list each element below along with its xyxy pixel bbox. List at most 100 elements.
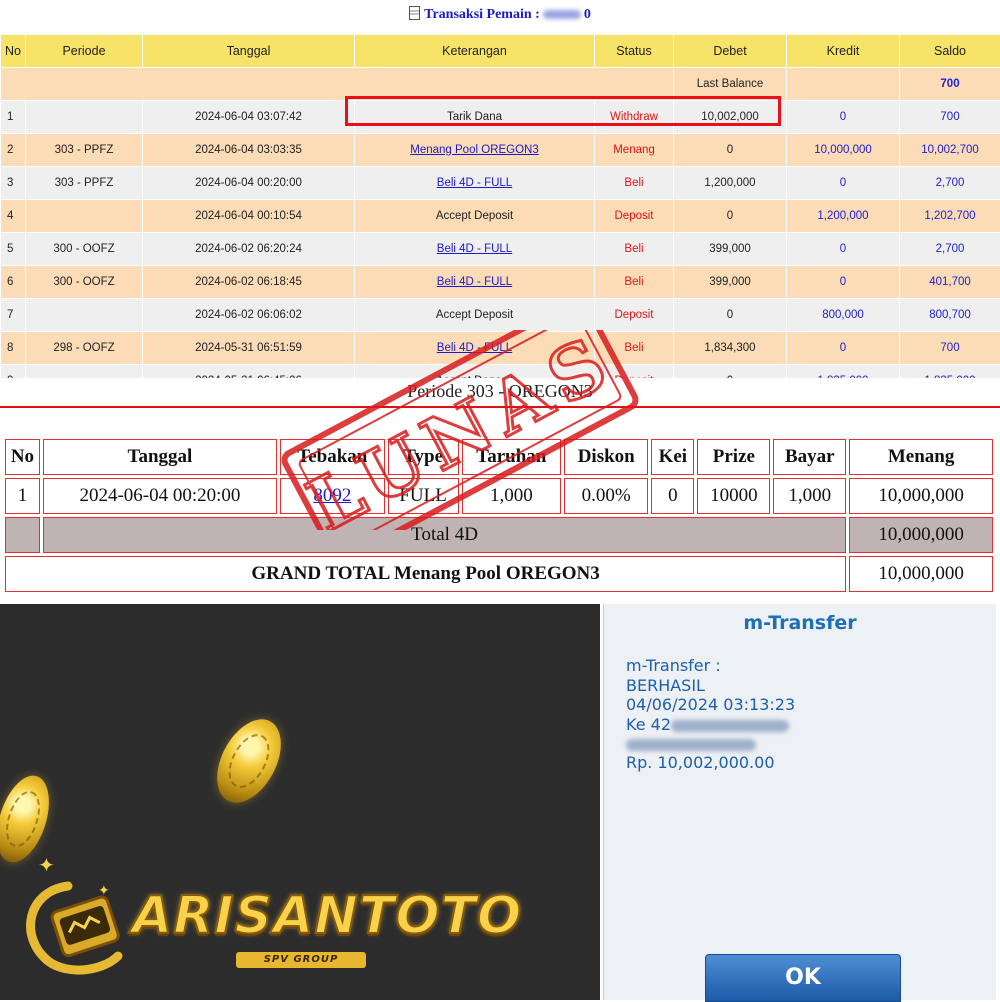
win-col-header: Diskon	[564, 439, 648, 475]
col-header: Status	[595, 35, 674, 68]
row-keterangan-link[interactable]: Beli 4D - FULL	[437, 243, 512, 255]
blurred-recipient-name	[626, 739, 756, 751]
row-keterangan-link[interactable]: Beli 4D - FULL	[437, 342, 512, 354]
row-periode: 300 - OOFZ	[26, 233, 143, 266]
row-debet: 1,834,300	[674, 332, 787, 365]
row-periode	[26, 299, 143, 332]
m-transfer-recipient	[626, 734, 756, 754]
row-kredit: 0	[787, 101, 900, 134]
win-prize: 10000	[697, 478, 770, 514]
row-no: 5	[1, 233, 26, 266]
win-col-header: Prize	[697, 439, 770, 475]
m-transfer-title: m-Transfer	[604, 612, 996, 634]
row-debet: 399,000	[674, 233, 787, 266]
transaction-row: 12024-06-04 03:07:42Tarik DanaWithdraw10…	[1, 101, 1000, 134]
last-balance-value: 700	[900, 68, 1000, 101]
transaction-history-panel: Transaksi Pemain :0 No Periode Tanggal K…	[0, 0, 1000, 378]
transaction-row: 5300 - OOFZ2024-06-02 06:20:24Beli 4D - …	[1, 233, 1000, 266]
row-saldo: 800,700	[900, 299, 1000, 332]
m-transfer-datetime: 04/06/2024 03:13:23	[626, 695, 795, 715]
row-keterangan: Accept Deposit	[355, 299, 595, 332]
winning-table: No Tanggal Tebakan Type Taruhan Diskon K…	[2, 436, 996, 595]
row-saldo: 1,202,700	[900, 200, 1000, 233]
m-transfer-dialog: m-Transfer m-Transfer : BERHASIL 04/06/2…	[603, 604, 1000, 1000]
transaction-row: 8298 - OOFZ2024-05-31 06:51:59Beli 4D - …	[1, 332, 1000, 365]
total-value: 10,000,000	[849, 517, 993, 553]
row-status: Beli	[595, 233, 674, 266]
row-keterangan-link[interactable]: Beli 4D - FULL	[437, 276, 512, 288]
winning-header-row: No Tanggal Tebakan Type Taruhan Diskon K…	[5, 439, 993, 475]
total-row: Total 4D 10,000,000	[5, 517, 993, 553]
row-periode	[26, 200, 143, 233]
row-no: 7	[1, 299, 26, 332]
row-saldo: 700	[900, 101, 1000, 134]
m-transfer-line1: m-Transfer :	[626, 656, 721, 676]
transaction-row: 3303 - PPFZ2024-06-04 00:20:00Beli 4D - …	[1, 167, 1000, 200]
win-no: 1	[5, 478, 40, 514]
emblem-cup-icon	[51, 895, 120, 957]
m-transfer-status: BERHASIL	[626, 676, 705, 696]
col-header: Tanggal	[143, 35, 355, 68]
transaction-row: 42024-06-04 00:10:54Accept DepositDeposi…	[1, 200, 1000, 233]
win-taruhan: 1,000	[462, 478, 562, 514]
row-debet: 1,200,000	[674, 167, 787, 200]
transaction-title-bar: Transaksi Pemain :0	[0, 0, 1000, 32]
transaction-row: 2303 - PPFZ2024-06-04 03:03:35Menang Poo…	[1, 134, 1000, 167]
brand-name: ARISANTOTO	[132, 886, 522, 946]
gold-coin-icon	[0, 769, 59, 869]
row-periode: 303 - PPFZ	[26, 134, 143, 167]
col-header: No	[1, 35, 26, 68]
destination-prefix: Ke	[626, 715, 646, 734]
row-saldo: 2,700	[900, 167, 1000, 200]
winning-row: 1 2024-06-04 00:20:00 8092 FULL 1,000 0.…	[5, 478, 993, 514]
win-kei: 0	[651, 478, 694, 514]
row-status: Menang	[595, 134, 674, 167]
row-tanggal: 2024-06-04 03:07:42	[143, 101, 355, 134]
row-periode: 300 - OOFZ	[26, 266, 143, 299]
transaction-title: Transaksi Pemain :	[424, 7, 540, 22]
row-kredit: 0	[787, 266, 900, 299]
periode-title: Periode 303 - OREGON3	[0, 378, 1000, 404]
m-transfer-destination: Ke 42	[626, 715, 789, 735]
row-periode: 298 - OOFZ	[26, 332, 143, 365]
win-col-header: Tanggal	[43, 439, 277, 475]
win-bayar: 1,000	[773, 478, 846, 514]
row-no: 1	[1, 101, 26, 134]
ok-button[interactable]: OK	[705, 954, 901, 1002]
grand-total-value: 10,000,000	[849, 556, 993, 592]
row-debet: 0	[674, 200, 787, 233]
win-col-header: Bayar	[773, 439, 846, 475]
row-keterangan-link[interactable]: Menang Pool OREGON3	[410, 144, 538, 156]
row-no: 3	[1, 167, 26, 200]
transaction-table: No Periode Tanggal Keterangan Status Deb…	[0, 34, 1000, 398]
col-header: Keterangan	[355, 35, 595, 68]
win-col-header: Type	[388, 439, 459, 475]
row-periode: 303 - PPFZ	[26, 167, 143, 200]
win-diskon: 0.00%	[564, 478, 648, 514]
row-keterangan-link[interactable]: Beli 4D - FULL	[437, 177, 512, 189]
transaction-header-row: No Periode Tanggal Keterangan Status Deb…	[1, 35, 1000, 68]
row-status: Withdraw	[595, 101, 674, 134]
row-status: Deposit	[595, 200, 674, 233]
row-kredit: 800,000	[787, 299, 900, 332]
m-transfer-card: m-Transfer m-Transfer : BERHASIL 04/06/2…	[603, 604, 996, 1000]
row-tanggal: 2024-06-04 03:03:35	[143, 134, 355, 167]
row-kredit: 1,200,000	[787, 200, 900, 233]
total-label: Total 4D	[43, 517, 846, 553]
tebakan-link[interactable]: 8092	[313, 485, 351, 506]
row-status: Beli	[595, 266, 674, 299]
row-no: 4	[1, 200, 26, 233]
win-col-header: Taruhan	[462, 439, 562, 475]
col-header: Debet	[674, 35, 787, 68]
brand-subtitle: SPV GROUP	[236, 952, 366, 968]
row-kredit: 0	[787, 167, 900, 200]
row-kredit: 10,000,000	[787, 134, 900, 167]
win-col-header: Tebakan	[280, 439, 385, 475]
gold-coin-icon	[204, 709, 294, 814]
col-header: Kredit	[787, 35, 900, 68]
win-col-header: No	[5, 439, 40, 475]
row-status: Beli	[595, 332, 674, 365]
row-debet: 399,000	[674, 266, 787, 299]
win-col-header: Kei	[651, 439, 694, 475]
col-header: Saldo	[900, 35, 1000, 68]
